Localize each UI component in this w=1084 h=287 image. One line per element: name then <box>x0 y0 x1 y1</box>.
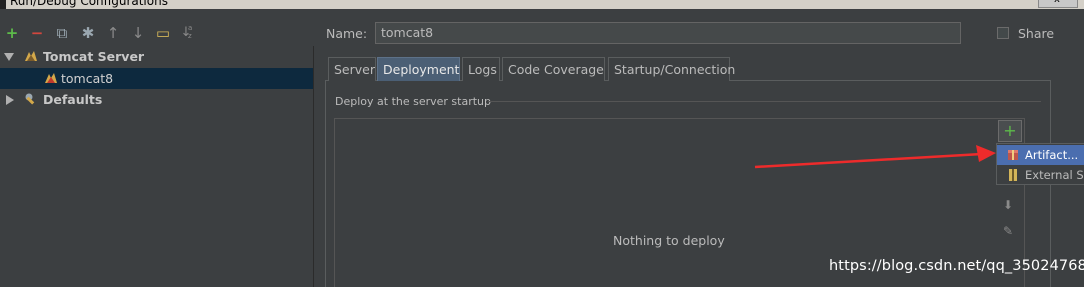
tree-item-tomcat-server[interactable]: Tomcat Server <box>0 46 313 67</box>
add-deployment-button[interactable]: + <box>998 120 1022 142</box>
sort-icon[interactable]: ↓ <box>176 22 196 44</box>
tree-item-label: Defaults <box>43 92 103 107</box>
window-title: Run/Debug Configurations <box>10 0 168 8</box>
add-icon[interactable]: + <box>2 22 22 44</box>
add-deployment-menu: Artifact... External Source... <box>996 143 1084 185</box>
artifact-icon <box>1008 150 1018 160</box>
tree-item-label: Tomcat Server <box>43 49 145 64</box>
tab-deployment[interactable]: Deployment <box>377 57 460 81</box>
app-icon <box>0 0 6 9</box>
configurations-tree: Tomcat Server tomcat8 Defaults <box>0 46 314 287</box>
empty-list-text: Nothing to deploy <box>613 233 725 248</box>
name-label: Name: <box>326 26 368 41</box>
share-label: Share <box>1018 26 1055 41</box>
tree-item-label: tomcat8 <box>61 71 114 86</box>
move-down-icon[interactable]: ⬇ <box>1003 198 1013 212</box>
group-divider <box>488 101 1041 102</box>
name-field[interactable]: tomcat8 <box>375 22 961 44</box>
menu-item-external-source[interactable]: External Source... <box>997 165 1084 185</box>
sort-letters: a z <box>188 24 193 40</box>
tab-startup-connection[interactable]: Startup/Connection <box>608 57 735 81</box>
group-title: Deploy at the server startup <box>335 95 492 108</box>
move-down-icon[interactable]: ↓ <box>128 22 148 44</box>
edit-icon[interactable]: ✎ <box>1003 224 1013 238</box>
folder-icon[interactable]: ▭ <box>153 22 173 44</box>
menu-item-label: Artifact... <box>1025 148 1079 162</box>
menu-item-artifact[interactable]: Artifact... <box>997 145 1084 165</box>
move-up-icon[interactable]: ↑ <box>103 22 123 44</box>
tab-server[interactable]: Server <box>328 57 376 81</box>
tomcat-icon <box>45 73 57 83</box>
remove-icon[interactable]: − <box>27 22 47 44</box>
watermark: https://blog.csdn.net/qq_35024768 <box>829 258 1084 274</box>
expand-arrow-icon[interactable] <box>4 53 14 61</box>
wrench-icon <box>25 93 35 105</box>
tomcat-icon <box>25 51 37 61</box>
close-icon: x <box>1054 0 1060 5</box>
archive-icon <box>1009 169 1017 181</box>
tab-code-coverage[interactable]: Code Coverage <box>502 57 605 81</box>
wrench-icon[interactable]: ✱ <box>78 22 98 44</box>
share-checkbox[interactable] <box>997 27 1009 39</box>
menu-item-label: External Source... <box>1025 168 1084 182</box>
window-title-bar: Run/Debug Configurations x <box>0 0 1084 9</box>
annotation-arrow <box>754 145 996 169</box>
tree-item-defaults[interactable]: Defaults <box>0 89 313 110</box>
close-button[interactable]: x <box>1038 0 1078 8</box>
tab-logs[interactable]: Logs <box>462 57 500 81</box>
collapse-arrow-icon[interactable] <box>6 95 14 105</box>
copy-icon[interactable]: ⧉ <box>52 22 72 44</box>
configurations-toolbar: + − ⧉ ✱ ↑ ↓ ▭ ↓ a z <box>0 22 210 44</box>
tree-item-tomcat8[interactable]: tomcat8 <box>0 68 313 89</box>
